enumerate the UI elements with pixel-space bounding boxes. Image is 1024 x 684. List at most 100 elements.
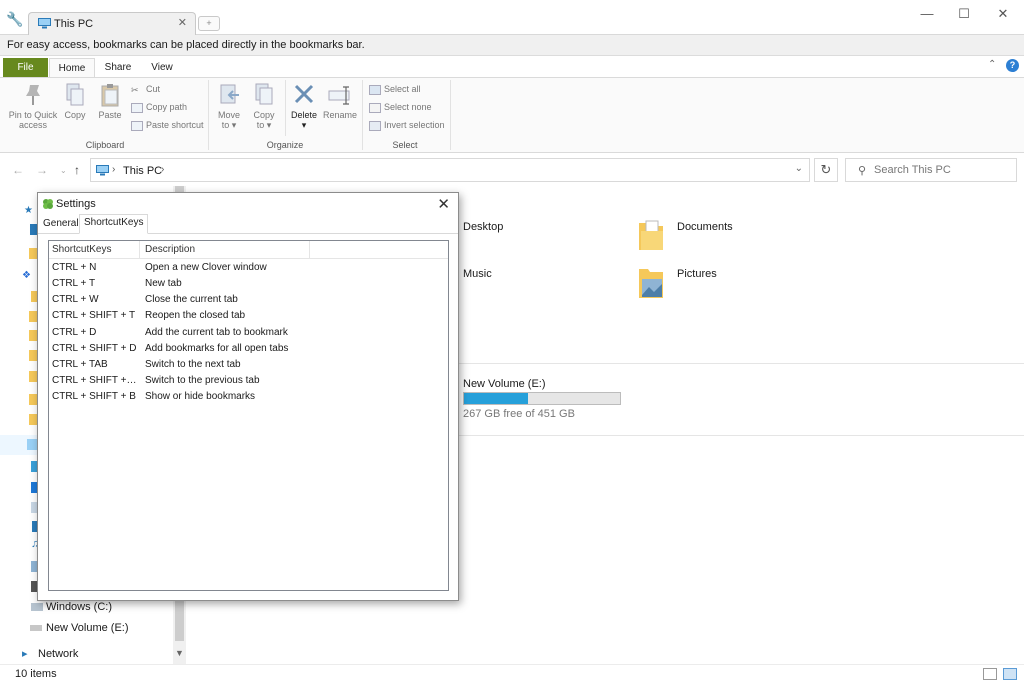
select-none-button[interactable]: Select none bbox=[369, 102, 432, 113]
list-item[interactable]: CTRL + D Add the current tab to bookmark bbox=[49, 325, 448, 341]
tab-home[interactable]: Home bbox=[49, 58, 95, 77]
quick-access-star-icon[interactable]: ★ bbox=[24, 205, 33, 216]
ribbon-separator bbox=[208, 80, 209, 150]
tab-share[interactable]: Share bbox=[98, 58, 138, 77]
shortcut-key: CTRL + D bbox=[52, 327, 97, 338]
tab-shortcutkeys[interactable]: ShortcutKeys bbox=[79, 214, 149, 234]
pin-label-line1: Pin to Quick bbox=[8, 110, 58, 120]
chevron-right-icon[interactable]: › bbox=[112, 164, 115, 175]
select-none-label: Select none bbox=[384, 102, 432, 112]
shortcut-key: CTRL + SHIFT + T bbox=[52, 310, 136, 321]
shortcut-description: New tab bbox=[145, 278, 182, 289]
copy-icon bbox=[66, 83, 84, 106]
invert-selection-button[interactable]: Invert selection bbox=[369, 120, 445, 131]
browser-tab[interactable]: This PC ✕ bbox=[28, 12, 196, 35]
maximize-icon[interactable]: ☐ bbox=[953, 6, 975, 22]
window-close-icon[interactable]: ✕ bbox=[992, 6, 1014, 22]
shortcut-key: CTRL + SHIFT + T... bbox=[52, 375, 138, 386]
dropbox-icon[interactable]: ❖ bbox=[22, 270, 31, 281]
copy-path-button[interactable]: Copy path bbox=[131, 102, 187, 113]
select-none-icon bbox=[369, 102, 381, 113]
invert-selection-icon bbox=[369, 120, 381, 131]
select-all-button[interactable]: Select all bbox=[369, 84, 421, 95]
search-input[interactable] bbox=[874, 162, 1014, 178]
list-item[interactable]: CTRL + SHIFT + T Reopen the closed tab bbox=[49, 308, 448, 324]
wrench-icon[interactable]: 🔧 bbox=[6, 11, 23, 27]
column-header-description[interactable]: Description bbox=[145, 244, 195, 255]
nav-item-windows-c[interactable]: Windows (C:) bbox=[46, 601, 112, 613]
documents-folder-icon[interactable] bbox=[638, 217, 664, 251]
column-header-shortcutkeys[interactable]: ShortcutKeys bbox=[52, 244, 111, 255]
paste-icon bbox=[101, 84, 119, 107]
list-item[interactable]: CTRL + TAB Switch to the next tab bbox=[49, 357, 448, 373]
move-to-label-line2: to bbox=[221, 120, 230, 130]
shortcut-key: CTRL + SHIFT + D bbox=[52, 343, 137, 354]
refresh-icon[interactable]: ↻ bbox=[814, 158, 838, 182]
forward-arrow-icon[interactable]: → bbox=[36, 163, 48, 177]
cut-button[interactable]: ✂ Cut bbox=[131, 84, 160, 95]
column-divider[interactable] bbox=[309, 241, 310, 259]
folder-desktop[interactable]: Desktop bbox=[463, 221, 503, 233]
address-bar[interactable]: › This PC › ⌄ bbox=[90, 158, 810, 182]
collapse-ribbon-icon[interactable]: ⌃ bbox=[988, 59, 996, 70]
close-icon[interactable]: ✕ bbox=[437, 195, 450, 213]
tab-view[interactable]: View bbox=[142, 58, 182, 77]
copy-label: Copy bbox=[64, 110, 86, 120]
rename-icon bbox=[328, 86, 350, 105]
tab-title: This PC bbox=[54, 18, 94, 30]
folder-pictures[interactable]: Pictures bbox=[677, 268, 717, 280]
address-path[interactable]: This PC bbox=[123, 165, 162, 177]
up-arrow-icon[interactable]: ↑ bbox=[74, 163, 80, 177]
search-box[interactable]: ⚲ bbox=[845, 158, 1017, 182]
scissors-icon: ✂ bbox=[131, 84, 139, 95]
list-item[interactable]: CTRL + N Open a new Clover window bbox=[49, 260, 448, 276]
drive-usage-bar bbox=[463, 392, 621, 405]
list-item[interactable]: CTRL + W Close the current tab bbox=[49, 292, 448, 308]
address-row: ← → ⌄ ↑ › This PC › ⌄ ↻ ⚲ bbox=[0, 154, 1024, 186]
tab-general[interactable]: General bbox=[41, 217, 81, 233]
scroll-down-icon[interactable]: ▼ bbox=[175, 648, 184, 658]
recent-locations-icon[interactable]: ⌄ bbox=[60, 166, 67, 175]
column-divider[interactable] bbox=[139, 241, 140, 259]
list-item[interactable]: CTRL + SHIFT + B Show or hide bookmarks bbox=[49, 389, 448, 405]
status-bar: 10 items bbox=[0, 664, 1024, 684]
minimize-icon[interactable]: — bbox=[916, 6, 938, 22]
folder-documents[interactable]: Documents bbox=[677, 221, 733, 233]
clover-icon bbox=[43, 199, 53, 209]
drive-free-space: 267 GB free of 451 GB bbox=[463, 408, 575, 420]
shortcut-list[interactable]: ShortcutKeys Description CTRL + N Open a … bbox=[48, 240, 449, 591]
close-icon[interactable]: ✕ bbox=[178, 16, 187, 29]
folder-music[interactable]: Music bbox=[463, 268, 492, 280]
drive-icon[interactable] bbox=[30, 625, 42, 631]
copy-button[interactable]: Copy bbox=[62, 82, 88, 120]
pin-to-quick-access-button[interactable]: Pin to Quick access bbox=[6, 82, 60, 130]
drive-name[interactable]: New Volume (E:) bbox=[463, 378, 546, 390]
chevron-right-icon[interactable]: › bbox=[161, 164, 164, 175]
list-item[interactable]: CTRL + T New tab bbox=[49, 276, 448, 292]
back-arrow-icon[interactable]: ← bbox=[12, 163, 24, 177]
paste-button[interactable]: Paste bbox=[96, 82, 124, 120]
ribbon-tabs: File Home Share View ⌃ ? bbox=[0, 56, 1024, 77]
details-view-icon[interactable] bbox=[983, 668, 997, 680]
copy-to-icon bbox=[255, 83, 273, 105]
paste-shortcut-button[interactable]: Paste shortcut bbox=[131, 120, 204, 131]
help-icon[interactable]: ? bbox=[1006, 59, 1019, 72]
list-item[interactable]: CTRL + SHIFT + D Add bookmarks for all op… bbox=[49, 341, 448, 357]
tab-file[interactable]: File bbox=[3, 58, 48, 77]
new-tab-button[interactable]: + bbox=[198, 16, 220, 31]
select-all-icon bbox=[369, 84, 381, 95]
large-icons-view-icon[interactable] bbox=[1003, 668, 1017, 680]
nav-item-network[interactable]: Network bbox=[38, 648, 78, 660]
network-icon[interactable]: ▸ bbox=[22, 647, 28, 660]
search-icon: ⚲ bbox=[858, 165, 867, 177]
title-bar: 🔧 This PC ✕ + — ☐ ✕ bbox=[0, 0, 1024, 35]
rename-button[interactable]: Rename bbox=[322, 82, 358, 120]
delete-button[interactable]: Delete ▾ bbox=[289, 82, 319, 131]
list-item[interactable]: CTRL + SHIFT + T... Switch to the previou… bbox=[49, 373, 448, 389]
move-to-button[interactable]: Move to ▾ bbox=[214, 82, 244, 131]
chevron-down-icon[interactable]: ⌄ bbox=[795, 163, 803, 174]
drive-icon[interactable] bbox=[31, 603, 43, 611]
nav-item-new-volume[interactable]: New Volume (E:) bbox=[46, 622, 129, 634]
copy-to-button[interactable]: Copy to ▾ bbox=[249, 82, 279, 131]
pictures-folder-icon[interactable] bbox=[638, 265, 664, 299]
